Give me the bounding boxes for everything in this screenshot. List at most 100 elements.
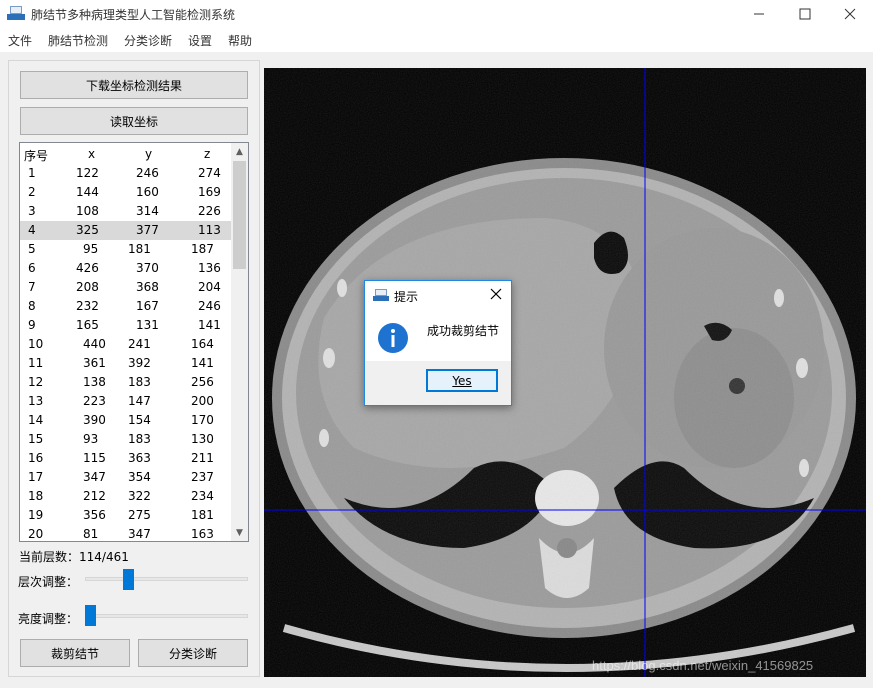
close-button[interactable] [827, 0, 873, 28]
cell-x: 440 [83, 337, 106, 351]
table-row[interactable]: 16 115 363 211 [20, 449, 231, 468]
cell-x: 108 [76, 204, 99, 218]
scroll-thumb[interactable] [233, 161, 246, 269]
cell-y: 370 [136, 261, 159, 275]
maximize-button[interactable] [782, 0, 828, 28]
table-scrollbar[interactable]: ▲ ▼ [231, 143, 248, 541]
cell-x: 95 [83, 242, 99, 256]
table-row[interactable]: 3 108 314 226 [20, 202, 231, 221]
table-row[interactable]: 1 122 246 274 [20, 164, 231, 183]
table-row[interactable]: 8 232 167 246 [20, 297, 231, 316]
table-row[interactable]: 10 440 241 164 [20, 335, 231, 354]
cell-index: 18 [28, 489, 44, 503]
cell-y: 167 [136, 299, 159, 313]
layer-adjust-label: 层次调整： [18, 575, 79, 589]
cell-x: 361 [83, 356, 106, 370]
table-header: 序号 x y z [20, 145, 231, 164]
cell-z: 136 [198, 261, 221, 275]
table-row[interactable]: 17 347 354 237 [20, 468, 231, 487]
table-row[interactable]: 18 212 322 234 [20, 487, 231, 506]
yes-button[interactable]: Yes [426, 369, 498, 392]
layer-slider-groove[interactable] [85, 577, 248, 581]
cell-x: 115 [83, 451, 106, 465]
table-row[interactable]: 19 356 275 181 [20, 506, 231, 525]
cell-index: 19 [28, 508, 44, 522]
cell-x: 232 [76, 299, 99, 313]
current-layer-label: 当前层数：114/461 [19, 550, 129, 564]
cell-index: 1 [28, 166, 36, 180]
cell-y: 147 [128, 394, 151, 408]
cell-y: 314 [136, 204, 159, 218]
ct-viewer[interactable] [264, 68, 866, 677]
cell-z: 256 [191, 375, 214, 389]
table-row[interactable]: 4 325 377 113 [20, 221, 231, 240]
table-row[interactable]: 11 361 392 141 [20, 354, 231, 373]
table-row[interactable]: 5 95 181 187 [20, 240, 231, 259]
cell-x: 426 [76, 261, 99, 275]
cell-y: 183 [128, 432, 151, 446]
close-icon [844, 8, 856, 20]
cell-index: 8 [28, 299, 36, 313]
cell-y: 275 [128, 508, 151, 522]
close-icon [490, 288, 502, 300]
menu-help[interactable]: 帮助 [228, 32, 252, 49]
cell-x: 165 [76, 318, 99, 332]
cell-index: 17 [28, 470, 44, 484]
cell-y: 368 [136, 280, 159, 294]
cell-index: 11 [28, 356, 44, 370]
table-row[interactable]: 14 390 154 170 [20, 411, 231, 430]
cell-index: 3 [28, 204, 36, 218]
cell-z: 274 [198, 166, 221, 180]
scroll-up-icon[interactable]: ▲ [231, 143, 248, 160]
cell-y: 363 [128, 451, 151, 465]
cell-index: 12 [28, 375, 44, 389]
dialog-footer: Yes [365, 361, 511, 405]
cell-y: 392 [128, 356, 151, 370]
cell-z: 130 [191, 432, 214, 446]
cell-z: 113 [198, 223, 221, 237]
cell-y: 246 [136, 166, 159, 180]
cell-z: 211 [191, 451, 214, 465]
read-coords-button[interactable]: 读取坐标 [20, 107, 248, 135]
cell-x: 122 [76, 166, 99, 180]
menu-classify[interactable]: 分类诊断 [124, 32, 172, 49]
cell-x: 347 [83, 470, 106, 484]
brightness-slider-handle[interactable] [85, 605, 96, 626]
cell-index: 15 [28, 432, 44, 446]
cell-z: 187 [191, 242, 214, 256]
minimize-button[interactable] [736, 0, 782, 28]
cell-z: 200 [191, 394, 214, 408]
cell-index: 5 [28, 242, 36, 256]
layer-slider-handle[interactable] [122, 569, 134, 590]
table-row[interactable]: 13 223 147 200 [20, 392, 231, 411]
dialog-close-button[interactable] [489, 287, 503, 301]
cell-index: 10 [28, 337, 44, 351]
table-row[interactable]: 9 165 131 141 [20, 316, 231, 335]
cell-y: 377 [136, 223, 159, 237]
scroll-down-icon[interactable]: ▼ [231, 524, 248, 541]
cell-y: 183 [128, 375, 151, 389]
table-row[interactable]: 20 81 347 163 [20, 525, 231, 541]
menu-file[interactable]: 文件 [8, 32, 32, 49]
cell-x: 325 [76, 223, 99, 237]
crop-nodule-button[interactable]: 裁剪结节 [20, 639, 130, 667]
table-row[interactable]: 2 144 160 169 [20, 183, 231, 202]
table-row[interactable]: 12 138 183 256 [20, 373, 231, 392]
cell-index: 6 [28, 261, 36, 275]
cell-y: 154 [128, 413, 151, 427]
cell-z: 181 [191, 508, 214, 522]
table-row[interactable]: 7 208 368 204 [20, 278, 231, 297]
classify-button[interactable]: 分类诊断 [138, 639, 248, 667]
cell-x: 356 [83, 508, 106, 522]
download-coords-button[interactable]: 下载坐标检测结果 [20, 71, 248, 99]
table-row[interactable]: 6 426 370 136 [20, 259, 231, 278]
cell-y: 160 [136, 185, 159, 199]
cell-z: 169 [198, 185, 221, 199]
menu-nodule-detect[interactable]: 肺结节检测 [48, 32, 108, 49]
brightness-slider-groove[interactable] [85, 614, 248, 618]
coords-table[interactable]: 序号 x y z 1 122 246 274 2 144 160 169 3 108 314 226 4… [19, 142, 249, 542]
cell-index: 16 [28, 451, 44, 465]
menu-settings[interactable]: 设置 [188, 32, 212, 49]
table-row[interactable]: 15 93 183 130 [20, 430, 231, 449]
info-dialog: 提示 成功裁剪结节 Yes [364, 280, 512, 406]
